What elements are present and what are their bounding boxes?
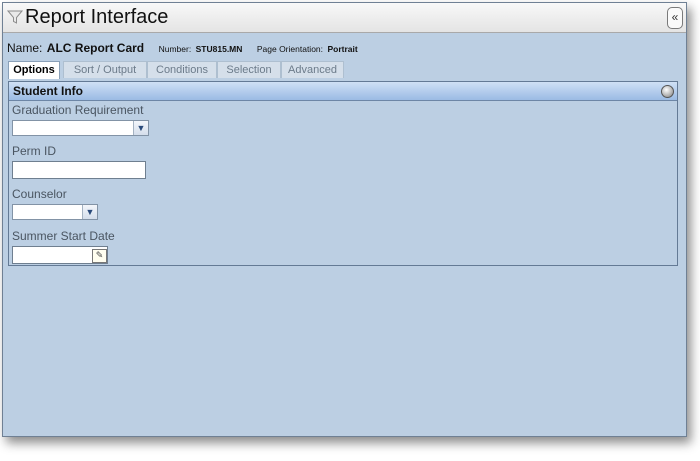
student-info-header[interactable]: Student Info [9,82,677,101]
funnel-icon [7,10,23,24]
calendar-icon[interactable]: ✎ [92,249,107,263]
graduation-requirement-label: Graduation Requirement [12,103,144,117]
counselor-label: Counselor [12,187,67,201]
chevron-down-icon[interactable]: ▼ [82,205,97,219]
section-title: Student Info [13,84,83,98]
tab-selection[interactable]: Selection [217,61,281,78]
report-info-row: Name: ALC Report Card Number: STU815.MN … [7,39,368,57]
perm-id-input[interactable] [12,161,146,179]
summer-start-date-input[interactable]: ✎ [12,246,108,264]
orientation-label: Page Orientation: [256,44,324,54]
number-label: Number: [158,44,192,54]
options-panel: Student Info Graduation Requirement ▼ Pe… [8,81,678,266]
window-title: Report Interface [25,6,169,28]
page-orientation: Portrait [327,44,358,54]
report-name: ALC Report Card [46,41,145,55]
name-label: Name: [7,41,43,55]
chevron-down-icon[interactable]: ▼ [133,121,148,135]
counselor-select[interactable]: ▼ [12,204,98,220]
collapse-section-icon[interactable] [661,85,674,98]
title-bar: Report Interface « [3,3,686,33]
tab-advanced[interactable]: Advanced [281,61,344,78]
summer-start-date-label: Summer Start Date [12,229,115,243]
report-number: STU815.MN [195,44,243,54]
tab-conditions[interactable]: Conditions [147,61,217,78]
collapse-panel-button[interactable]: « [667,7,683,29]
tab-sort-output[interactable]: Sort / Output [63,61,147,78]
perm-id-label: Perm ID [12,144,57,158]
tab-options[interactable]: Options [8,61,60,79]
graduation-requirement-select[interactable]: ▼ [12,120,149,136]
report-interface-window: Report Interface « Name: ALC Report Card… [2,2,687,437]
